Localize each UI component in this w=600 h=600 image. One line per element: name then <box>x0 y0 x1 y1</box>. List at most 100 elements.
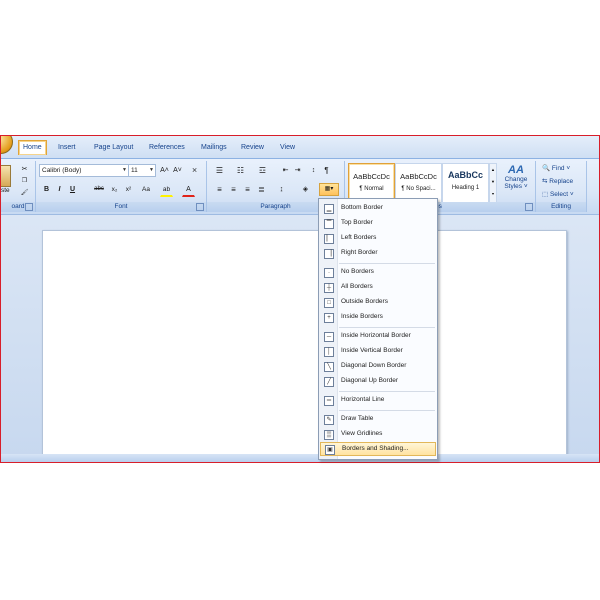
menu-item-left-borders[interactable]: ▏ Left Borders <box>320 231 436 245</box>
style-normal[interactable]: AaBbCcDc ¶ Normal <box>348 163 395 203</box>
tab-view[interactable]: View <box>276 141 299 155</box>
draw-table-icon: ✎ <box>324 415 334 425</box>
superscript-button[interactable]: x² <box>122 183 135 196</box>
menu-item-bottom-border[interactable]: ▁ Bottom Border <box>320 201 436 215</box>
multilevel-list-icon[interactable]: ☲ <box>256 164 269 177</box>
font-group-label: Font <box>36 202 206 212</box>
change-case-button[interactable]: Aa <box>138 183 154 196</box>
styles-launcher-icon[interactable] <box>525 203 533 211</box>
menu-item-inside-vertical-border[interactable]: │ Inside Vertical Border <box>320 344 436 358</box>
shrink-font-button[interactable]: A˅ <box>171 164 184 177</box>
tab-insert[interactable]: Insert <box>54 141 80 155</box>
tab-mailings[interactable]: Mailings <box>197 141 231 155</box>
underline-button[interactable]: U <box>66 183 79 196</box>
document-area <box>1 215 599 462</box>
menu-item-inside-horizontal-border[interactable]: ─ Inside Horizontal Border <box>320 329 436 343</box>
diagonal-up-border-icon: ╱ <box>324 377 334 387</box>
select-button[interactable]: ⬚ Select ˅ <box>542 190 574 198</box>
tab-review[interactable]: Review <box>237 141 268 155</box>
menu-item-no-borders[interactable]: · No Borders <box>320 265 436 279</box>
increase-indent-icon[interactable]: ⇥ <box>291 164 304 177</box>
align-left-icon[interactable]: ≡ <box>213 183 226 196</box>
strikethrough-button[interactable]: abc <box>91 183 107 196</box>
style-sample: AaBbCcDc <box>353 172 390 181</box>
highlight-button[interactable]: ab <box>160 183 173 197</box>
style-no-spacing[interactable]: AaBbCcDc ¶ No Spaci... <box>395 163 442 203</box>
menu-item-view-gridlines[interactable]: ▒ View Gridlines <box>320 427 436 441</box>
no-borders-icon: · <box>324 268 334 278</box>
sort-icon[interactable]: ↕ <box>307 164 320 177</box>
borders-button[interactable]: ▦▾ <box>319 183 339 196</box>
menu-item-label: Horizontal Line <box>341 396 385 403</box>
style-sample: AaBbCcDc <box>400 172 437 181</box>
menu-item-label: Top Border <box>341 219 373 226</box>
menu-item-label: Inside Vertical Border <box>341 347 403 354</box>
replace-icon: ⇆ <box>542 178 548 185</box>
menu-item-draw-table[interactable]: ✎ Draw Table <box>320 412 436 426</box>
font-size-select[interactable]: 11 ▼ <box>128 164 156 177</box>
tab-references[interactable]: References <box>145 141 189 155</box>
change-styles-button[interactable]: AA Change Styles ˅ <box>500 164 532 190</box>
menu-item-top-border[interactable]: ▔ Top Border <box>320 216 436 230</box>
office-button[interactable] <box>1 136 13 154</box>
align-right-icon[interactable]: ≡ <box>241 183 254 196</box>
justify-icon[interactable]: ≣ <box>255 183 268 196</box>
left-border-icon: ▏ <box>324 234 334 244</box>
font-family-value: Calibri (Body) <box>42 167 82 174</box>
font-launcher-icon[interactable] <box>196 203 204 211</box>
horizontal-line-icon: ═ <box>324 396 334 406</box>
menu-item-label: Inside Borders <box>341 313 383 320</box>
paste-icon[interactable] <box>1 165 11 187</box>
word-window: Home Insert Page Layout References Maili… <box>0 135 600 463</box>
align-center-icon[interactable]: ≡ <box>227 183 240 196</box>
view-gridlines-icon: ▒ <box>324 430 334 440</box>
format-painter-icon[interactable]: 🖌 <box>18 187 31 200</box>
font-color-button[interactable]: A <box>182 183 195 197</box>
replace-label: Replace <box>549 178 574 185</box>
font-family-select[interactable]: Calibri (Body) ▼ <box>39 164 129 177</box>
clipboard-group: ste ✂ ❐ 🖌 oard <box>1 161 36 212</box>
editing-group-label: Editing <box>536 202 586 212</box>
shading-icon[interactable]: ◈ <box>299 183 312 196</box>
menu-item-inside-borders[interactable]: + Inside Borders <box>320 310 436 324</box>
borders-and-shading-icon: ▣ <box>325 445 335 455</box>
bullets-icon[interactable]: ☰ <box>213 164 226 177</box>
style-name: Heading 1 <box>451 185 480 191</box>
menu-item-diagonal-up-border[interactable]: ╱ Diagonal Up Border <box>320 374 436 388</box>
clipboard-launcher-icon[interactable] <box>25 203 33 211</box>
menu-item-all-borders[interactable]: ┼ All Borders <box>320 280 436 294</box>
subscript-button[interactable]: x₂ <box>108 183 121 196</box>
chevron-down-icon: ▼ <box>149 167 154 173</box>
menu-item-right-border[interactable]: ▕ Right Border <box>320 246 436 260</box>
select-icon: ⬚ <box>542 191 549 198</box>
grow-font-button[interactable]: A˄ <box>158 164 171 177</box>
find-button[interactable]: 🔍 Find ˅ <box>542 164 570 172</box>
change-styles-label-1: Change <box>504 176 528 183</box>
menu-item-label: Diagonal Down Border <box>341 362 407 369</box>
menu-item-outside-borders[interactable]: □ Outside Borders <box>320 295 436 309</box>
menu-item-horizontal-line[interactable]: ═ Horizontal Line <box>320 393 436 407</box>
numbering-icon[interactable]: ☷ <box>234 164 247 177</box>
menu-item-borders-and-shading[interactable]: ▣ Borders and Shading... <box>320 442 436 456</box>
menu-item-diagonal-down-border[interactable]: ╲ Diagonal Down Border <box>320 359 436 373</box>
menu-item-label: Borders and Shading... <box>342 445 409 452</box>
borders-dropdown-menu: ▁ Bottom Border ▔ Top Border ▏ Left Bord… <box>318 198 438 460</box>
line-spacing-icon[interactable]: ↨ <box>275 183 288 196</box>
styles-scroll[interactable]: ▲ ▼ ▾ <box>489 163 497 203</box>
italic-button[interactable]: I <box>53 183 66 196</box>
replace-button[interactable]: ⇆ Replace <box>542 177 573 185</box>
tab-home[interactable]: Home <box>18 140 47 155</box>
inside-borders-icon: + <box>324 313 334 323</box>
style-heading-1[interactable]: AaBbCc Heading 1 <box>442 163 489 203</box>
menu-item-label: Diagonal Up Border <box>341 377 399 384</box>
paste-label[interactable]: ste <box>1 187 10 194</box>
all-borders-icon: ┼ <box>324 283 334 293</box>
menu-item-label: Inside Horizontal Border <box>341 332 411 339</box>
clear-formatting-button[interactable]: ⨯ <box>188 164 201 177</box>
menu-item-label: Left Borders <box>341 234 377 241</box>
bold-button[interactable]: B <box>40 183 53 196</box>
menu-item-label: All Borders <box>341 283 373 290</box>
tab-page-layout[interactable]: Page Layout <box>90 141 137 155</box>
document-page[interactable] <box>42 230 567 462</box>
show-formatting-marks-icon[interactable]: ¶ <box>320 164 333 177</box>
